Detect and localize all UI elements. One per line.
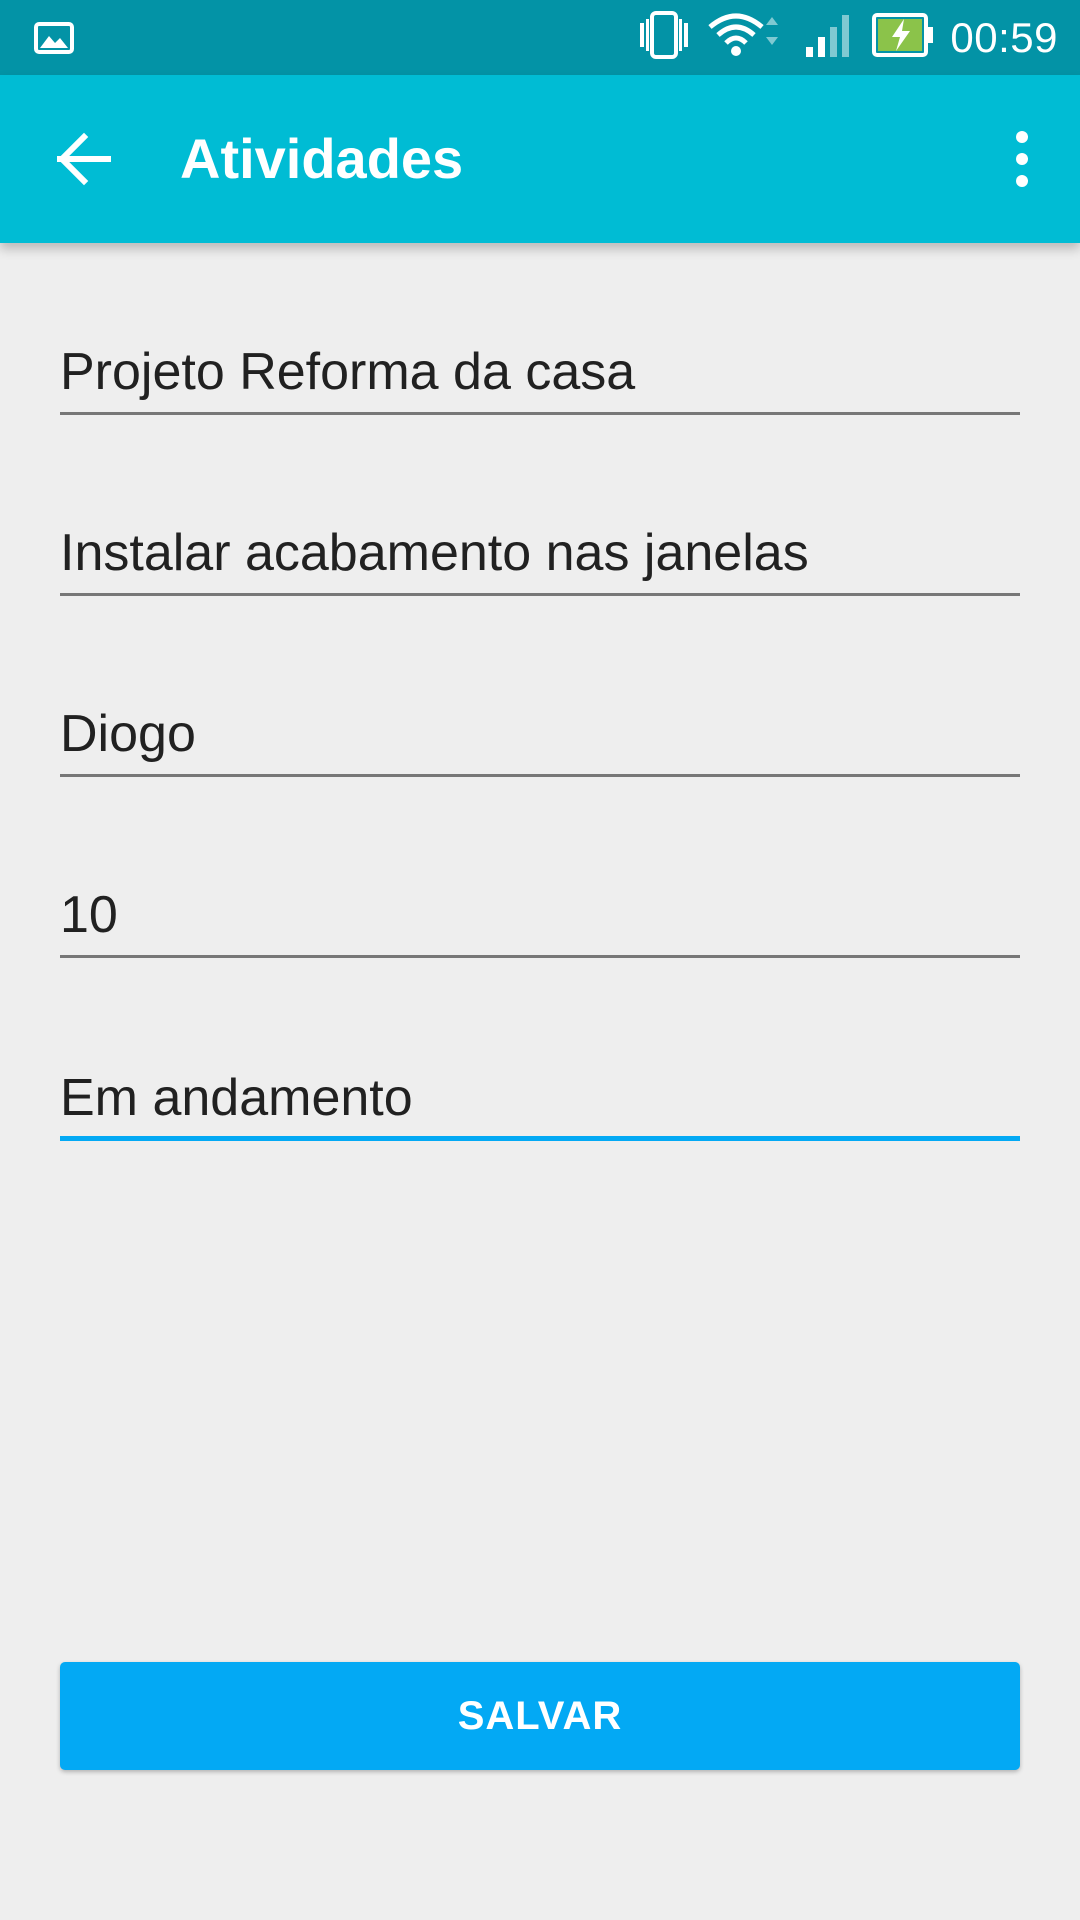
status-icons: 00:59 [636,0,1058,75]
field-underline [60,955,1020,958]
status-input[interactable] [60,1063,1020,1133]
field-underline [60,593,1020,596]
status-time: 00:59 [950,13,1058,61]
field-underline [60,774,1020,777]
wifi-icon [708,11,788,64]
app-bar: Atividades [0,75,1080,243]
responsible-field [60,687,1020,777]
save-button[interactable]: SALVAR [60,1662,1020,1770]
activity-input[interactable] [60,518,1020,588]
image-icon [34,20,74,56]
responsible-input[interactable] [60,699,1020,769]
project-input[interactable] [60,337,1020,407]
quantity-input[interactable] [60,880,1020,950]
arrow-left-icon[interactable] [54,129,114,189]
field-underline [60,412,1020,415]
vibrate-icon [636,11,692,64]
battery-charging-icon [872,13,934,62]
signal-icon [804,11,856,64]
project-field [60,325,1020,415]
activity-field [60,506,1020,596]
quantity-field [60,868,1020,958]
field-underline-focused [60,1136,1020,1141]
page-title: Atividades [180,127,464,190]
more-vert-icon[interactable] [1004,127,1040,191]
status-field [60,1051,1020,1141]
status-bar: 00:59 [0,0,1080,75]
